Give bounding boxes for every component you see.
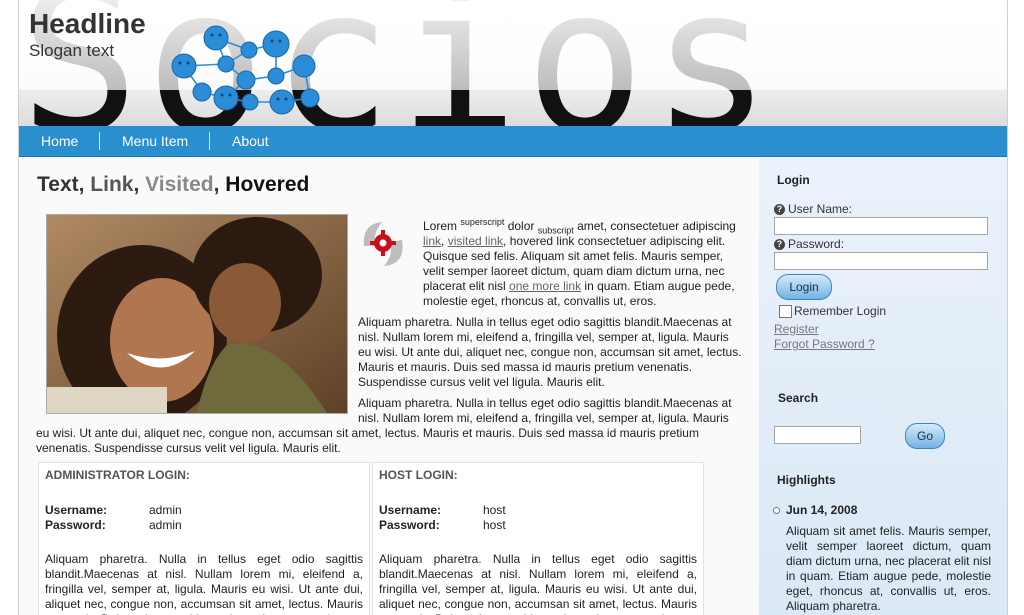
nav-about[interactable]: About	[232, 126, 269, 156]
admin-login-title: ADMINISTRATOR LOGIN:	[45, 468, 190, 482]
site-header: Socios	[19, 0, 1007, 126]
paragraph-3-line-1: Aliquam pharetra. Nulla in tellus eget o…	[358, 396, 732, 410]
username-input[interactable]	[774, 217, 988, 235]
nav-separator	[99, 132, 100, 150]
highlight-text: Aliquam sit amet felis. Mauris semper, v…	[786, 524, 991, 613]
host-username-label: Username:	[379, 503, 442, 517]
link[interactable]: link	[423, 234, 441, 248]
paragraph-1-cont: link, visited link, hovered link consect…	[423, 234, 735, 308]
visited-link[interactable]: visited link	[448, 234, 503, 248]
nav-menu-item[interactable]: Menu Item	[122, 126, 188, 156]
help-icon[interactable]: ?	[774, 204, 785, 216]
main-nav: Home Menu Item About	[19, 126, 1007, 157]
forgot-password-link[interactable]: Forgot Password ?	[774, 337, 875, 351]
highlights-title: Highlights	[777, 473, 836, 487]
host-username-value: host	[483, 503, 506, 517]
sidebar: Login ? User Name: ? Password: Login Remem…	[759, 157, 1007, 615]
paragraph-3-rest: eu wisi. Ut ante dui, aliquet nec, congu…	[36, 426, 699, 455]
search-title: Search	[778, 391, 819, 405]
admin-password-value: admin	[149, 518, 182, 532]
host-password-label: Password:	[379, 518, 440, 532]
admin-login-box: ADMINISTRATOR LOGIN: Username: admin Pas…	[38, 462, 370, 615]
login-button[interactable]: Login	[776, 274, 832, 300]
site-title: Headline	[29, 8, 146, 39]
host-login-title: HOST LOGIN:	[379, 468, 458, 482]
host-password-value: host	[483, 518, 506, 532]
admin-login-text: Aliquam pharetra. Nulla in tellus eget o…	[45, 552, 363, 615]
username-label: ? User Name:	[774, 202, 852, 216]
admin-username-value: admin	[149, 503, 182, 517]
go-button[interactable]: Go	[905, 423, 945, 449]
people-network-icon	[171, 25, 320, 115]
search-input[interactable]	[774, 426, 861, 444]
login-title: Login	[777, 173, 810, 187]
page-heading: Text, Link, Visited, Hovered	[37, 173, 310, 196]
site-slogan: Slogan text	[29, 41, 115, 60]
gear-logo-icon	[363, 222, 403, 266]
password-label: ? Password:	[774, 237, 844, 251]
highlight-date: Jun 14, 2008	[786, 503, 858, 517]
heading-visited[interactable]: Visited	[145, 173, 213, 196]
bullet-icon	[773, 507, 780, 514]
main-content: Text, Link, Visited, Hovered Lorem super…	[19, 157, 759, 615]
heading-hovered[interactable]: Hovered	[225, 173, 309, 196]
remember-checkbox[interactable]	[779, 305, 792, 318]
paragraph-2: Aliquam pharetra. Nulla in tellus eget o…	[358, 315, 742, 389]
superscript-text: superscript	[460, 217, 505, 227]
help-icon[interactable]: ?	[774, 239, 785, 251]
admin-username-label: Username:	[45, 503, 108, 517]
remember-label: Remember Login	[794, 304, 887, 318]
one-more-link[interactable]: one more link	[509, 279, 581, 293]
heading-text: Text	[37, 173, 79, 196]
mother-daughter-photo	[46, 214, 348, 414]
admin-password-label: Password:	[45, 518, 106, 532]
nav-separator	[209, 132, 210, 150]
nav-home[interactable]: Home	[41, 126, 78, 156]
heading-link[interactable]: Link	[90, 173, 133, 196]
page: Socios	[18, 0, 1008, 615]
password-input[interactable]	[774, 252, 988, 270]
register-link[interactable]: Register	[774, 322, 819, 336]
host-login-text: Aliquam pharetra. Nulla in tellus eget o…	[379, 552, 697, 615]
paragraph-3-line-2: nisl. Nullam lorem mi, eleifend a, fring…	[358, 411, 729, 425]
host-login-box: HOST LOGIN: Username: host Password: hos…	[372, 462, 704, 615]
